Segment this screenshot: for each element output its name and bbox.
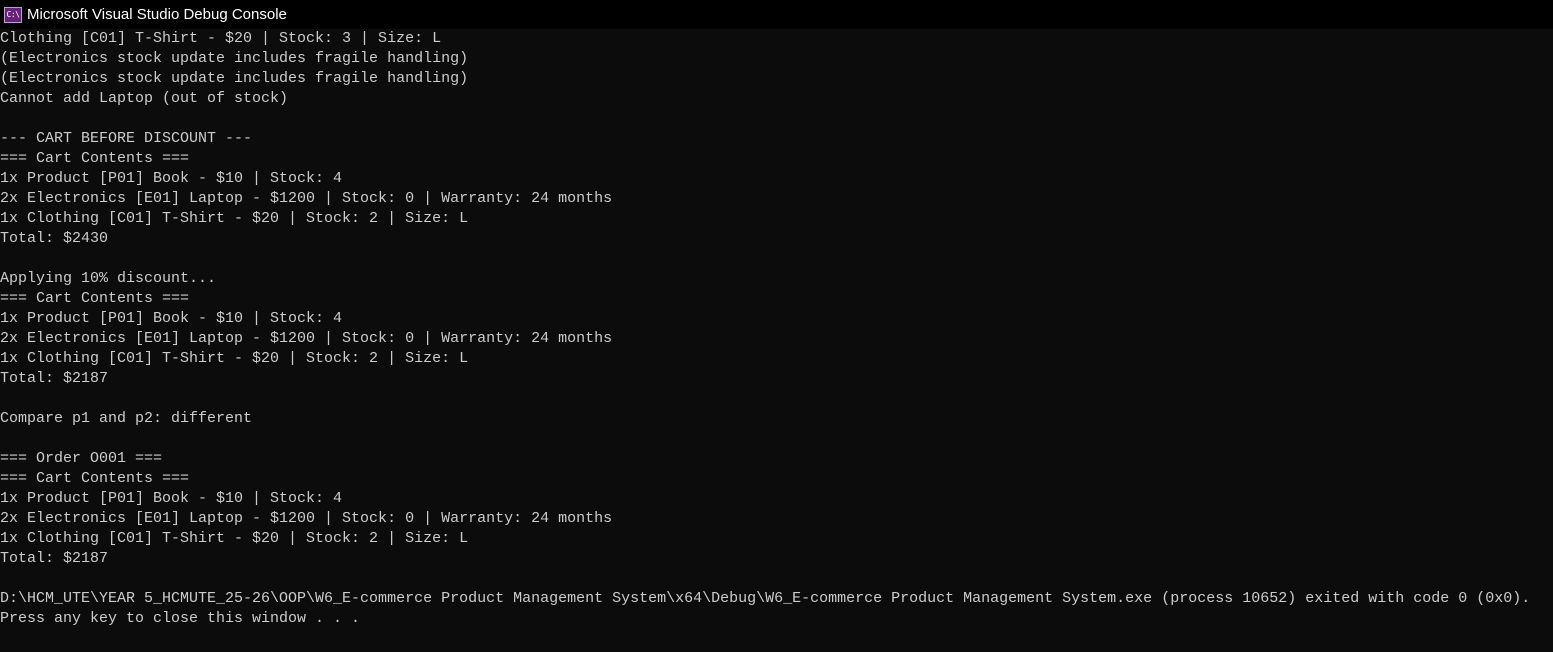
debug-console-window: C:\ Microsoft Visual Studio Debug Consol… bbox=[0, 0, 1553, 652]
title-bar[interactable]: C:\ Microsoft Visual Studio Debug Consol… bbox=[0, 0, 1553, 29]
console-line: (Electronics stock update includes fragi… bbox=[0, 70, 469, 87]
console-line: 2x Electronics [E01] Laptop - $1200 | St… bbox=[0, 190, 613, 207]
console-line: === Cart Contents === bbox=[0, 150, 190, 167]
console-line: Compare p1 and p2: different bbox=[0, 410, 253, 427]
console-line: Total: $2187 bbox=[0, 550, 109, 567]
console-line: 1x Product [P01] Book - $10 | Stock: 4 bbox=[0, 490, 343, 507]
window-title: Microsoft Visual Studio Debug Console bbox=[27, 6, 287, 23]
console-line: === Cart Contents === bbox=[0, 470, 190, 487]
console-line: === Order O001 === bbox=[0, 450, 163, 467]
console-line: Press any key to close this window . . . bbox=[0, 610, 361, 627]
console-line: 1x Product [P01] Book - $10 | Stock: 4 bbox=[0, 310, 343, 327]
console-line: 2x Electronics [E01] Laptop - $1200 | St… bbox=[0, 510, 613, 527]
console-line: Total: $2187 bbox=[0, 370, 109, 387]
console-line: D:\HCM_UTE\YEAR 5_HCMUTE_25-26\OOP\W6_E-… bbox=[0, 590, 1531, 607]
console-line: 1x Product [P01] Book - $10 | Stock: 4 bbox=[0, 170, 343, 187]
console-line: 1x Clothing [C01] T-Shirt - $20 | Stock:… bbox=[0, 350, 469, 367]
console-line: Clothing [C01] T-Shirt - $20 | Stock: 3 … bbox=[0, 30, 442, 47]
console-line: --- CART BEFORE DISCOUNT --- bbox=[0, 130, 253, 147]
console-line: 1x Clothing [C01] T-Shirt - $20 | Stock:… bbox=[0, 530, 469, 547]
console-output[interactable]: Clothing [C01] T-Shirt - $20 | Stock: 3 … bbox=[0, 29, 1553, 629]
console-line: Cannot add Laptop (out of stock) bbox=[0, 90, 289, 107]
console-app-icon: C:\ bbox=[4, 6, 22, 23]
console-line: Applying 10% discount... bbox=[0, 270, 217, 287]
console-app-icon-label: C:\ bbox=[6, 9, 20, 19]
console-line: === Cart Contents === bbox=[0, 290, 190, 307]
console-line: 1x Clothing [C01] T-Shirt - $20 | Stock:… bbox=[0, 210, 469, 227]
console-line: 2x Electronics [E01] Laptop - $1200 | St… bbox=[0, 330, 613, 347]
console-line: (Electronics stock update includes fragi… bbox=[0, 50, 469, 67]
console-line: Total: $2430 bbox=[0, 230, 109, 247]
